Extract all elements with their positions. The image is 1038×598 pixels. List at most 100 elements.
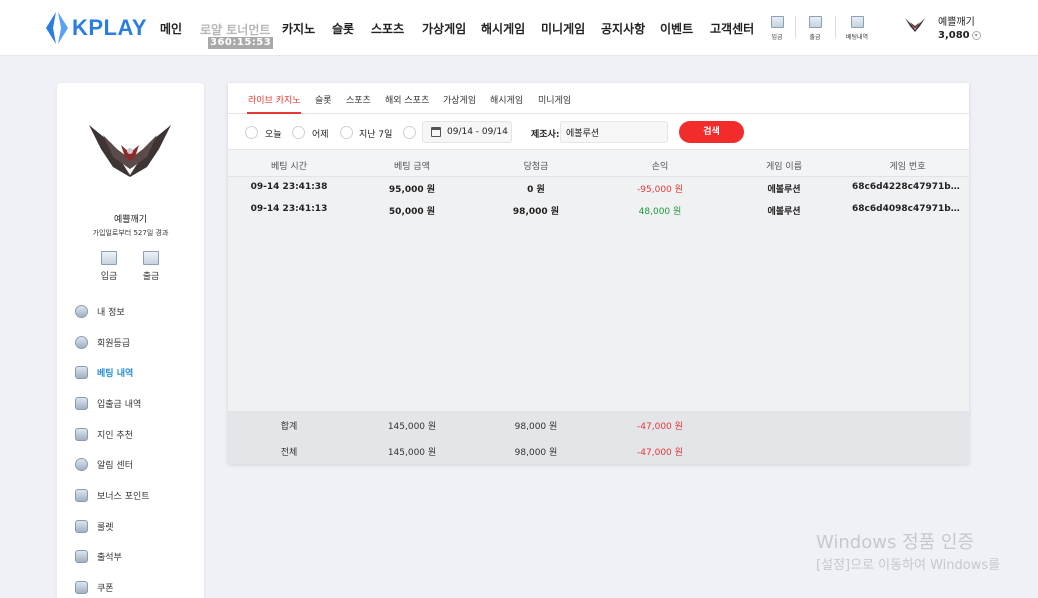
date-range-picker[interactable]: 09/14 - 09/14 — [422, 121, 512, 143]
user-balance[interactable]: 3,080 ▾ — [938, 30, 981, 41]
user-avatar-icon[interactable] — [904, 16, 926, 32]
top-header: KPLAY 메인 로얄 토너먼트 360:15:53 카지노 슬롯 스포츠 가상… — [0, 0, 1038, 56]
nav-customer-center[interactable]: 고객센터 — [710, 20, 754, 37]
nav-sports[interactable]: 스포츠 — [371, 20, 404, 37]
nav-mini-game[interactable]: 미니게임 — [541, 20, 585, 37]
header-divider — [795, 16, 796, 38]
radio-yesterday-label[interactable]: 어제 — [312, 127, 329, 140]
provider-label: 제조사: — [531, 130, 560, 140]
header-withdraw-button[interactable]: 출금 — [800, 16, 830, 41]
date-range-value: 09/14 - 09/14 — [447, 127, 508, 137]
subtotal-label: 합계 — [280, 422, 298, 432]
sidebar-item-transaction-history[interactable]: 입출금 내역 — [75, 395, 141, 411]
game-category-tabs: 라이브 카지노 슬롯 스포츠 해외 스포츠 가상게임 해시게임 미니게임 — [228, 83, 969, 114]
attendance-icon — [75, 549, 88, 563]
radio-custom-range[interactable] — [403, 126, 416, 139]
cell-game-id[interactable]: 68c6d4228c47971b3f… — [846, 182, 969, 192]
provider-input[interactable] — [560, 121, 668, 143]
nav-royal-tournament[interactable]: 로얄 토너먼트 — [200, 21, 270, 38]
nav-hash-game[interactable]: 해시게임 — [481, 20, 525, 37]
user-name: 예쁠깨기 — [938, 17, 975, 28]
cell-bet-time: 09-14 23:41:38 — [250, 182, 328, 192]
table-header: 베팅 시간 베팅 금액 당첨금 손익 게임 이름 게임 번호 — [228, 150, 969, 177]
radio-last-7-days-label[interactable]: 지난 7일 — [359, 127, 392, 140]
column-header-game-name: 게임 이름 — [766, 162, 802, 172]
cell-game-id[interactable]: 68c6d4098c47971b3f… — [846, 204, 969, 214]
sidebar-deposit-button[interactable]: 입금 — [94, 251, 124, 282]
column-header-game-id: 게임 번호 — [889, 162, 926, 172]
tab-overseas-sports[interactable]: 해외 스포츠 — [385, 93, 429, 106]
radio-today-label[interactable]: 오늘 — [265, 127, 282, 140]
sidebar-withdraw-label: 출금 — [142, 272, 160, 282]
sidebar-item-label: 베팅 내역 — [97, 368, 134, 379]
column-header-profit-loss: 손익 — [651, 162, 669, 172]
cell-game-name: 에볼루션 — [767, 185, 801, 195]
subtotal-winnings: 98,000 원 — [514, 422, 558, 432]
radio-today[interactable] — [245, 126, 258, 139]
radio-yesterday[interactable] — [292, 126, 305, 139]
header-divider — [835, 16, 836, 38]
sidebar-item-referral[interactable]: 지인 추천 — [75, 426, 133, 442]
header-bet-history-label: 베팅내역 — [845, 34, 869, 41]
table-row[interactable]: 09-14 23:41:13 50,000 원 98,000 원 48,000 … — [228, 199, 969, 221]
sidebar-item-coupon[interactable]: 쿠폰 — [75, 579, 114, 595]
sidebar: 예쁠깨기 가입일로부터 527일 경과 입금 출금 내 정보 회원등급 베팅 내… — [57, 83, 204, 598]
cell-bet-amount: 95,000 원 — [388, 185, 436, 195]
tournament-timer: 360:15:53 — [208, 37, 274, 49]
total-row: 전체 145,000 원 98,000 원 -47,000 원 — [228, 437, 969, 463]
column-header-winnings: 당첨금 — [523, 162, 549, 172]
nav-slot[interactable]: 슬롯 — [332, 20, 354, 37]
chevron-down-icon[interactable]: ▾ — [971, 31, 981, 40]
bet-history-panel: 라이브 카지노 슬롯 스포츠 해외 스포츠 가상게임 해시게임 미니게임 오늘 … — [228, 83, 969, 464]
tab-hash-game[interactable]: 해시게임 — [490, 93, 523, 106]
table-row[interactable]: 09-14 23:41:38 95,000 원 0 원 -95,000 원 에볼… — [228, 177, 969, 199]
sidebar-withdraw-button[interactable]: 출금 — [136, 251, 166, 282]
sidebar-item-label: 룰렛 — [97, 522, 114, 533]
sidebar-item-member-grade[interactable]: 회원등급 — [75, 334, 130, 350]
sidebar-item-bonus-point[interactable]: 보너스 포인트 — [75, 487, 150, 503]
header-withdraw-label: 출금 — [809, 34, 821, 41]
sidebar-item-my-info[interactable]: 내 정보 — [75, 303, 125, 319]
kplay-logo[interactable]: KPLAY — [44, 11, 147, 45]
chat-icon — [75, 457, 88, 471]
header-deposit-button[interactable]: 입금 — [762, 16, 792, 41]
header-bet-history-button[interactable]: 베팅내역 — [842, 16, 872, 41]
subtotal-bet-amount: 145,000 원 — [387, 422, 437, 432]
sidebar-item-label: 입출금 내역 — [97, 399, 142, 410]
sidebar-item-attendance[interactable]: 출석부 — [75, 548, 122, 564]
tab-mini-game[interactable]: 미니게임 — [538, 93, 571, 106]
search-button[interactable]: 검색 — [679, 121, 744, 143]
sidebar-item-notification-center[interactable]: 알림 센터 — [75, 456, 133, 472]
sidebar-item-roulette[interactable]: 룰렛 — [75, 518, 114, 534]
sidebar-item-bet-history[interactable]: 베팅 내역 — [75, 364, 133, 380]
cell-bet-time: 09-14 23:41:13 — [250, 204, 328, 214]
heart-icon — [75, 427, 88, 441]
subtotal-row: 합계 145,000 원 98,000 원 -47,000 원 — [228, 411, 969, 437]
nav-event[interactable]: 이벤트 — [660, 20, 693, 37]
profile-name: 예쁠깨기 — [113, 215, 148, 225]
grade-icon — [75, 335, 88, 349]
nav-virtual-game[interactable]: 가상게임 — [422, 20, 466, 37]
radio-last-7-days[interactable] — [340, 126, 353, 139]
logo-text: KPLAY — [72, 15, 148, 40]
member-since: 가입일로부터 527일 경과 — [92, 229, 169, 237]
withdraw-icon — [143, 251, 159, 265]
sidebar-item-label: 지인 추천 — [97, 430, 133, 441]
tab-sports[interactable]: 스포츠 — [346, 93, 371, 106]
subtotal-profit-loss: -47,000 원 — [637, 422, 683, 432]
nav-notice[interactable]: 공지사항 — [601, 20, 645, 37]
bet-history-icon — [75, 365, 88, 379]
cell-profit-loss: -95,000 원 — [637, 185, 683, 195]
tab-virtual-game[interactable]: 가상게임 — [443, 93, 476, 106]
total-bet-amount: 145,000 원 — [387, 448, 437, 458]
table-footer: 합계 145,000 원 98,000 원 -47,000 원 전체 145,0… — [228, 411, 969, 464]
balance-value: 3,080 — [938, 30, 970, 41]
tab-slot[interactable]: 슬롯 — [315, 93, 332, 106]
deposit-icon — [101, 251, 117, 265]
sidebar-deposit-label: 입금 — [100, 272, 118, 282]
sidebar-item-label: 쿠폰 — [97, 583, 114, 594]
total-profit-loss: -47,000 원 — [637, 448, 683, 458]
nav-main[interactable]: 메인 — [160, 20, 182, 37]
nav-casino[interactable]: 카지노 — [282, 20, 315, 37]
tab-live-casino[interactable]: 라이브 카지노 — [248, 93, 301, 106]
